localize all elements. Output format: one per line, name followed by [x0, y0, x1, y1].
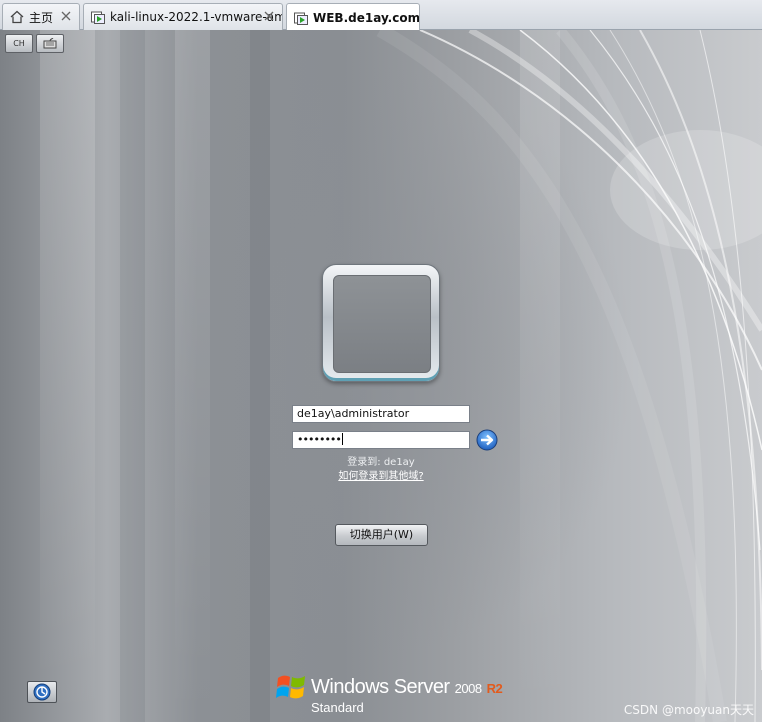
tab-label: 主页	[29, 10, 54, 25]
submit-arrow-button[interactable]	[476, 429, 498, 451]
close-icon[interactable]	[59, 9, 73, 23]
vm-icon	[91, 11, 105, 24]
brand-release: R2	[486, 681, 503, 696]
brand-edition: Standard	[311, 700, 364, 715]
user-avatar-tile	[322, 264, 440, 382]
password-field[interactable]: ••••••••	[292, 431, 470, 449]
logon-domain-text: 登录到: de1ay	[347, 457, 415, 468]
vm-icon	[294, 12, 308, 25]
csdn-watermark: CSDN @mooyuan天天	[623, 703, 754, 717]
tab-bar: 主页 kali-linux-2022.1-vmware-amd64 WEB.de…	[0, 0, 762, 31]
brand-version: 2008	[454, 681, 482, 696]
other-domain-link[interactable]: 如何登录到其他域?	[292, 467, 470, 482]
vm-login-screen[interactable]: CH de1ay\administrator •••••••• 登录到: de1…	[0, 30, 762, 722]
brand-product: Windows Server	[311, 676, 450, 698]
username-value: de1ay\administrator	[297, 407, 410, 420]
ease-of-access-button[interactable]	[27, 681, 57, 703]
tab-kali[interactable]: kali-linux-2022.1-vmware-amd64	[83, 3, 283, 30]
windows-flag-icon	[276, 675, 305, 699]
tab-web[interactable]: WEB.de1ay.com	[286, 3, 420, 31]
avatar	[333, 275, 431, 373]
language-button[interactable]: CH	[5, 34, 33, 53]
home-icon	[10, 10, 24, 24]
switch-user-button[interactable]: 切换用户(W)	[335, 524, 428, 546]
password-mask: ••••••••	[297, 433, 342, 446]
tab-home[interactable]: 主页	[2, 3, 80, 30]
username-field[interactable]: de1ay\administrator	[292, 405, 470, 423]
windows-server-logo: Windows Server 2008 R2 Standard	[276, 668, 503, 718]
language-label: CH	[13, 39, 25, 48]
text-caret	[341, 433, 343, 445]
keyboard-icon	[43, 37, 57, 49]
close-icon[interactable]	[262, 9, 276, 23]
keyboard-button[interactable]	[36, 34, 64, 53]
ease-of-access-icon	[33, 683, 51, 701]
tab-label: kali-linux-2022.1-vmware-amd64	[110, 10, 282, 24]
brand-name: Windows Server 2008 R2	[311, 676, 503, 699]
tab-label: WEB.de1ay.com	[313, 10, 419, 25]
